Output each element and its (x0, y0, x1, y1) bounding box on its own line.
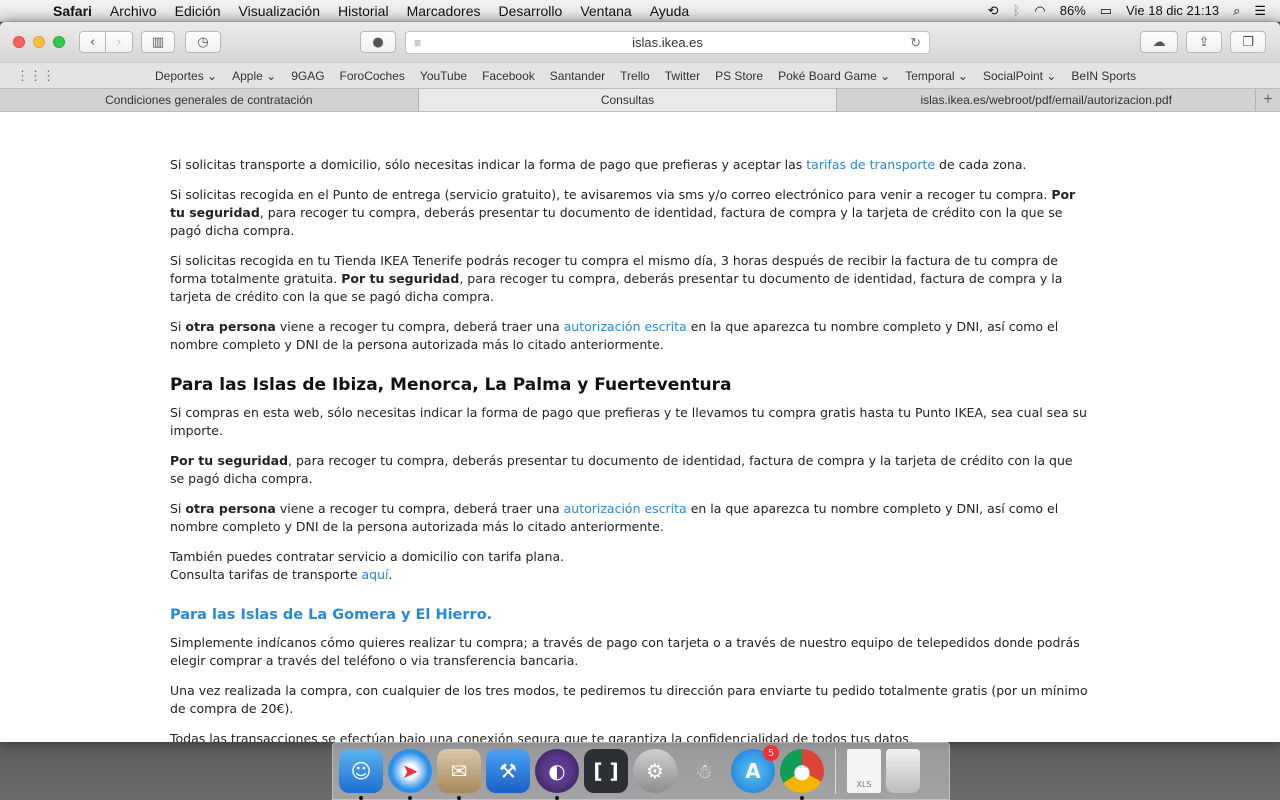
autorizacion-escrita-link[interactable]: autorización escrita (564, 319, 687, 334)
system-preferences-icon[interactable]: ⚙ (633, 749, 677, 793)
tab-consultas[interactable]: Consultas (418, 89, 838, 111)
aqui-link[interactable]: aquí (361, 567, 388, 582)
spotlight-search-icon[interactable]: ⌕ (1233, 3, 1240, 19)
paragraph: Por tu seguridad, para recoger tu compra… (170, 453, 1073, 486)
favorite-santander[interactable]: Santander (550, 69, 605, 83)
brackets-icon[interactable]: [ ] (584, 749, 628, 793)
menu-marcadores[interactable]: Marcadores (398, 3, 490, 19)
paragraph: Una vez realizada la compra, con cualqui… (170, 683, 1088, 716)
paragraph: Todas las transacciones se efectúan bajo… (170, 731, 913, 742)
eclipse-icon[interactable]: ◐ (535, 749, 579, 800)
fullscreen-window-button[interactable] (53, 36, 65, 48)
paragraph: Si solicitas recogida en tu Tienda IKEA … (170, 253, 1063, 304)
paragraph: Si otra persona viene a recoger tu compr… (170, 501, 1059, 534)
favorite-poke-board-game[interactable]: Poké Board Game ⌄ (778, 69, 890, 83)
chrome-icon[interactable]: ● (780, 749, 824, 800)
article: Si solicitas transporte a domicilio, sól… (170, 134, 1090, 742)
time-machine-icon[interactable]: ⟲ (988, 3, 999, 19)
mail-icon[interactable]: ✉ (437, 749, 481, 800)
wifi-icon[interactable]: ◠ (1034, 3, 1045, 19)
app-store-icon[interactable]: A5 (731, 745, 779, 793)
back-button[interactable]: ‹ (79, 31, 106, 53)
menu-visualizacion[interactable]: Visualización (230, 3, 329, 19)
paragraph: Si compras en esta web, sólo necesitas i… (170, 405, 1087, 438)
sidebar-toggle-icon[interactable]: ▥ (141, 31, 175, 53)
tab-condiciones[interactable]: Condiciones generales de contratación (0, 89, 419, 111)
ghostery-extension-icon[interactable]: ● (360, 31, 396, 53)
favorite-facebook[interactable]: Facebook (482, 69, 535, 83)
autorizacion-escrita-link[interactable]: autorización escrita (564, 501, 687, 516)
xcode-icon[interactable]: ⚒ (486, 749, 530, 793)
favorite-trello[interactable]: Trello (620, 69, 650, 83)
cyberduck-icon[interactable]: ☃ (682, 749, 726, 793)
bluetooth-icon[interactable]: ᛒ (1013, 3, 1021, 18)
favorite-deportes[interactable]: Deportes ⌄ (155, 69, 217, 83)
battery-icon[interactable]: ▭ (1100, 3, 1112, 19)
paragraph: Simplemente indícanos cómo quieres reali… (170, 635, 1080, 668)
icloud-tabs-icon[interactable]: ☁ (1140, 31, 1178, 53)
xls-document-icon[interactable]: XLS (847, 749, 881, 793)
trash-icon[interactable] (886, 749, 920, 793)
menu-edicion[interactable]: Edición (166, 3, 230, 19)
favorite-temporal[interactable]: Temporal ⌄ (905, 69, 968, 83)
favorite-twitter[interactable]: Twitter (665, 69, 700, 83)
reload-icon[interactable]: ↻ (910, 35, 921, 51)
page-content: Si solicitas transporte a domicilio, sól… (0, 134, 1280, 742)
favorite-apple[interactable]: Apple ⌄ (232, 69, 276, 83)
paragraph: Si otra persona viene a recoger tu compr… (170, 319, 1059, 352)
favorite-youtube[interactable]: YouTube (420, 69, 467, 83)
menu-ventana[interactable]: Ventana (571, 3, 640, 19)
url-text[interactable]: islas.ikea.es (632, 35, 703, 50)
notification-center-icon[interactable]: ☰ (1254, 3, 1266, 19)
safari-window: ‹ › ▥ ◷ ● ≡ islas.ikea.es ↻ ☁ ⇪ ❐ ⋮⋮⋮ De… (0, 22, 1280, 742)
history-icon[interactable]: ◷ (185, 31, 221, 53)
close-window-button[interactable] (13, 36, 25, 48)
tab-overview-icon[interactable]: ❐ (1230, 31, 1266, 53)
favorite-9gag[interactable]: 9GAG (291, 69, 324, 83)
minimize-window-button[interactable] (33, 36, 45, 48)
favorite-ps-store[interactable]: PS Store (715, 69, 763, 83)
menu-historial[interactable]: Historial (329, 3, 398, 19)
favorite-bein-sports[interactable]: BeIN Sports (1071, 69, 1136, 83)
address-bar[interactable]: ≡ islas.ikea.es ↻ (405, 31, 930, 54)
forward-button[interactable]: › (106, 31, 133, 53)
section-heading-link[interactable]: Para las Islas de La Gomera y El Hierro. (170, 606, 1090, 624)
menu-archivo[interactable]: Archivo (101, 3, 166, 19)
battery-percent[interactable]: 86% (1060, 3, 1086, 18)
dock: ☺ ➤ ✉ ⚒ ◐ [ ] ⚙ ☃ A5 ● XLS (332, 742, 950, 800)
favorites-bar: ⋮⋮⋮ Deportes ⌄ Apple ⌄ 9GAG ForoCoches Y… (0, 62, 1280, 88)
menu-desarrollo[interactable]: Desarrollo (490, 3, 572, 19)
menubar: Safari Archivo Edición Visualización His… (0, 0, 1280, 22)
share-icon[interactable]: ⇪ (1186, 31, 1222, 53)
paragraph: Si solicitas transporte a domicilio, sól… (170, 157, 1027, 172)
top-sites-grid-icon[interactable]: ⋮⋮⋮ (16, 68, 55, 84)
tarifas-transporte-link[interactable]: tarifas de transporte (806, 157, 935, 172)
menu-safari[interactable]: Safari (44, 3, 101, 19)
menu-ayuda[interactable]: Ayuda (641, 3, 698, 19)
paragraph: Si solicitas recogida en el Punto de ent… (170, 187, 1076, 238)
favorite-socialpoint[interactable]: SocialPoint ⌄ (983, 69, 1056, 83)
toolbar: ‹ › ▥ ◷ ● ≡ islas.ikea.es ↻ ☁ ⇪ ❐ (0, 22, 1280, 62)
dock-separator (835, 748, 836, 794)
section-heading: Para las Islas de Ibiza, Menorca, La Pal… (170, 375, 732, 395)
favorite-forocoches[interactable]: ForoCoches (340, 69, 405, 83)
paragraph: También puedes contratar servicio a domi… (170, 549, 565, 582)
finder-icon[interactable]: ☺ (339, 749, 383, 800)
reader-view-icon[interactable]: ≡ (414, 36, 421, 50)
new-tab-icon[interactable]: + (1256, 89, 1280, 111)
tab-bar: Condiciones generales de contratación Co… (0, 88, 1280, 112)
app-store-badge: 5 (763, 745, 779, 761)
clock[interactable]: Vie 18 dic 21:13 (1126, 3, 1219, 18)
tab-autorizacion-pdf[interactable]: islas.ikea.es/webroot/pdf/email/autoriza… (837, 89, 1257, 111)
safari-icon[interactable]: ➤ (388, 749, 432, 800)
